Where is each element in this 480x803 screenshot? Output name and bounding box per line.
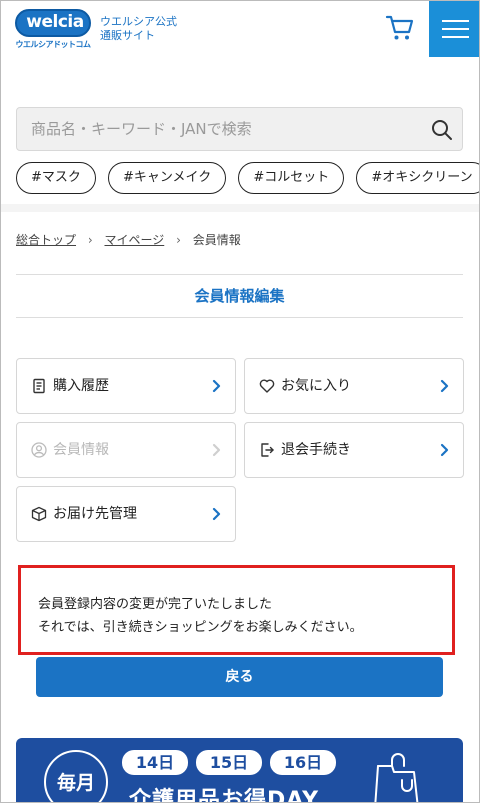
- site-name: ウエルシア公式 通販サイト: [100, 15, 177, 43]
- chevron-right-icon: [211, 378, 223, 394]
- site-name-line1: ウエルシア公式: [100, 15, 177, 28]
- search-input[interactable]: [31, 108, 421, 150]
- chevron-right-icon: [439, 442, 451, 458]
- back-button[interactable]: 戻る: [36, 657, 443, 697]
- chevron-right-icon: [211, 442, 223, 458]
- menu-bar: [442, 36, 469, 38]
- chevron-right-icon: ›: [176, 233, 181, 247]
- monthly-badge-text: 毎月: [56, 772, 95, 794]
- search-icon[interactable]: [431, 119, 453, 141]
- favorites-button[interactable]: お気に入り: [244, 358, 464, 414]
- user-circle-icon: [31, 442, 47, 458]
- hamburger-menu-icon[interactable]: [429, 1, 479, 57]
- monthly-badge: 毎月: [44, 750, 108, 802]
- page-title-bar: 会員情報編集: [16, 274, 463, 318]
- message-line: それでは、引き続きショッピングをお楽しみください。: [38, 620, 363, 635]
- withdraw-label: 退会手続き: [281, 442, 351, 458]
- receipt-icon: [31, 378, 47, 394]
- logo-text: welcia: [26, 12, 84, 32]
- chevron-right-icon: ›: [87, 233, 93, 247]
- message-line: 会員登録内容の変更が完了いたしました: [38, 597, 273, 612]
- breadcrumb: 総合トップ › マイページ › 会員情報: [16, 231, 241, 248]
- member-info-label: 会員情報: [53, 442, 109, 458]
- logo-pill: welcia: [15, 9, 91, 37]
- withdraw-button[interactable]: 退会手続き: [244, 422, 464, 478]
- hashtag-chip[interactable]: #オキシクリーン: [356, 162, 479, 194]
- day-pill: 16日: [270, 750, 336, 775]
- breadcrumb-current: 会員情報: [192, 233, 241, 247]
- delivery-address-label: お届け先管理: [53, 506, 137, 522]
- logout-icon: [259, 442, 275, 458]
- purchase-history-label: 購入履歴: [53, 378, 109, 394]
- purchase-history-button[interactable]: 購入履歴: [16, 358, 236, 414]
- hashtag-list: #マスク #キャンメイク #コルセット #オキシクリーン #: [16, 162, 479, 194]
- day-pill: 15日: [196, 750, 262, 775]
- site-header: welcia ウエルシアドットコム ウエルシア公式 通販サイト: [1, 1, 479, 57]
- cart-icon[interactable]: [385, 13, 415, 43]
- hashtag-chip[interactable]: #キャンメイク: [108, 162, 227, 194]
- heart-icon: [259, 378, 275, 394]
- package-icon: [31, 506, 47, 522]
- shopping-bag-icon: [368, 746, 430, 802]
- section-divider: [1, 204, 479, 212]
- chevron-right-icon: [211, 506, 223, 522]
- welcia-logo[interactable]: welcia ウエルシアドットコム: [15, 9, 91, 53]
- member-info-button: 会員情報: [16, 422, 236, 478]
- chevron-right-icon: [439, 378, 451, 394]
- breadcrumb-link-mypage[interactable]: マイページ: [104, 233, 164, 247]
- favorites-label: お気に入り: [281, 378, 351, 394]
- menu-bar: [442, 28, 469, 30]
- search-box: [16, 107, 463, 151]
- banner-title: 介護用品お得DAY: [129, 788, 320, 803]
- site-name-line2: 通販サイト: [100, 29, 155, 42]
- page-frame: welcia ウエルシアドットコム ウエルシア公式 通販サイト 商品名・キーワー…: [0, 0, 480, 803]
- promo-banner[interactable]: 毎月 14日 15日 16日 介護用品お得DAY: [16, 738, 463, 803]
- day-pill: 14日: [122, 750, 188, 775]
- menu-bar: [442, 20, 469, 22]
- hashtag-chip[interactable]: #マスク: [16, 162, 96, 194]
- page-title: 会員情報編集: [194, 287, 285, 305]
- breadcrumb-link-top[interactable]: 総合トップ: [16, 233, 76, 247]
- delivery-address-button[interactable]: お届け先管理: [16, 486, 236, 542]
- completion-message: 会員登録内容の変更が完了いたしました それでは、引き続きショッピングをお楽しみく…: [18, 565, 455, 655]
- hashtag-chip[interactable]: #コルセット: [238, 162, 345, 194]
- logo-subtext: ウエルシアドットコム: [15, 40, 92, 49]
